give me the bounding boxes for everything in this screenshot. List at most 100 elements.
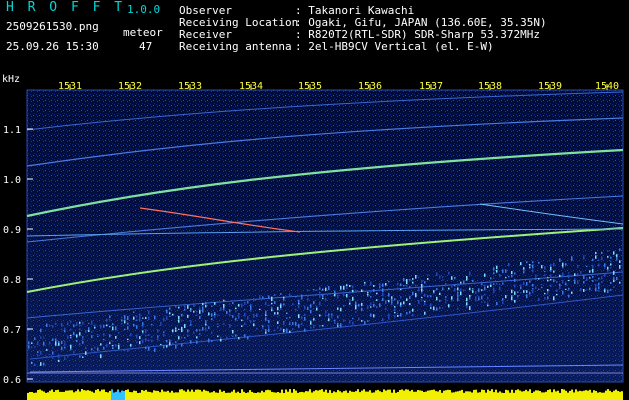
level-bar-column [445, 390, 447, 400]
x-tick-label: 1540 [595, 81, 619, 92]
noise-speck [274, 312, 276, 315]
noise-speck [64, 330, 66, 333]
signal-level-bar [27, 389, 623, 400]
noise-speck [247, 336, 249, 340]
noise-speck [142, 330, 144, 333]
noise-speck [94, 324, 96, 327]
level-bar-column [531, 393, 533, 400]
noise-speck [367, 305, 369, 310]
level-bar-column [117, 389, 119, 400]
noise-speck [271, 302, 273, 305]
noise-speck [391, 298, 393, 302]
noise-speck [481, 295, 483, 300]
noise-speck [373, 289, 375, 292]
noise-speck [388, 316, 390, 320]
noise-speck [577, 280, 579, 284]
noise-speck [148, 316, 150, 320]
noise-speck [616, 256, 618, 260]
level-bar-column [549, 389, 551, 400]
noise-speck [40, 336, 42, 339]
noise-speck [400, 283, 402, 287]
level-bar-column [163, 391, 165, 400]
level-bar-column [199, 389, 201, 400]
level-bar-column [299, 392, 301, 400]
noise-speck [229, 324, 231, 328]
noise-speck [325, 287, 327, 291]
noise-speck [562, 262, 564, 267]
level-bar-column [79, 391, 81, 400]
noise-speck [610, 281, 612, 284]
level-bar-column [287, 391, 289, 400]
level-bar-column [255, 393, 257, 400]
level-bar-column [581, 391, 583, 400]
noise-speck [79, 321, 81, 324]
level-bar-column [571, 389, 573, 400]
noise-speck [511, 296, 513, 301]
level-bar-column [561, 389, 563, 400]
noise-speck [466, 276, 468, 280]
level-bar-column [499, 391, 501, 400]
noise-speck [322, 289, 324, 291]
level-bar-column [605, 390, 607, 400]
level-bar-column [83, 390, 85, 400]
noise-speck [592, 268, 594, 273]
x-tick-label: 1538 [478, 81, 502, 92]
noise-speck [358, 303, 360, 307]
noise-speck [328, 315, 330, 319]
noise-speck [403, 278, 405, 282]
noise-speck [457, 283, 459, 287]
noise-speck [520, 292, 522, 294]
noise-speck [301, 298, 303, 300]
noise-speck [406, 285, 408, 287]
noise-speck [337, 307, 339, 310]
noise-speck [469, 287, 471, 291]
noise-speck [568, 272, 570, 274]
noise-speck [172, 313, 174, 316]
level-bar-column [301, 391, 303, 400]
noise-speck [586, 277, 588, 281]
noise-speck [217, 323, 219, 325]
level-bar-column [451, 392, 453, 400]
noise-speck [370, 313, 372, 317]
noise-speck [400, 296, 402, 299]
level-bar-column [187, 389, 189, 400]
noise-speck [415, 275, 417, 279]
noise-speck [511, 271, 513, 274]
noise-speck [514, 299, 516, 303]
level-bar-column [505, 389, 507, 400]
noise-speck [550, 284, 552, 288]
noise-speck [442, 307, 444, 309]
level-bar-column [425, 391, 427, 400]
noise-speck [505, 277, 507, 279]
noise-speck [424, 281, 426, 284]
noise-speck [319, 287, 321, 290]
noise-speck [37, 341, 39, 344]
noise-speck [379, 303, 381, 308]
level-bar-column [293, 389, 295, 400]
noise-speck [58, 354, 60, 359]
level-bar-column [69, 390, 71, 400]
level-bar-column [483, 390, 485, 400]
noise-speck [334, 319, 336, 321]
noise-speck [49, 324, 51, 327]
noise-speck [448, 271, 450, 275]
noise-speck [343, 285, 345, 290]
level-bar-column [159, 392, 161, 400]
level-bar-column [621, 391, 623, 400]
level-bar-column [253, 392, 255, 400]
noise-speck [280, 308, 282, 310]
noise-speck [367, 320, 369, 322]
noise-speck [388, 299, 390, 303]
noise-speck [352, 289, 354, 293]
noise-speck [34, 346, 36, 348]
level-bar-column [99, 391, 101, 400]
noise-speck [265, 331, 267, 334]
noise-speck [481, 301, 483, 303]
noise-speck [598, 282, 600, 286]
level-bar-column [449, 390, 451, 400]
level-bar-column [57, 389, 59, 400]
noise-speck [205, 323, 207, 326]
noise-speck [118, 343, 120, 345]
level-bar-column [219, 389, 221, 400]
noise-speck [256, 313, 258, 316]
